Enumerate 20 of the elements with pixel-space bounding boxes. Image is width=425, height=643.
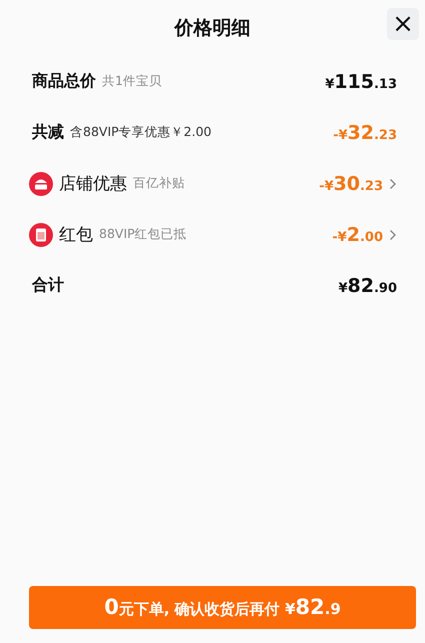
- row-label: 店铺优惠: [59, 173, 127, 195]
- price-amount: -¥2.00: [332, 224, 383, 246]
- row-note: 含88VIP专享优惠￥2.00: [70, 124, 212, 141]
- dialog-title: 价格明细: [174, 16, 250, 41]
- price-amount: ¥82.90: [338, 274, 397, 296]
- row-note: 百亿补贴: [133, 175, 185, 192]
- price-amount: -¥30.23: [319, 172, 383, 194]
- row-label: 合计: [32, 275, 64, 296]
- row-note: 共1件宝贝: [102, 73, 162, 90]
- row-note: 88VIP红包已抵: [99, 226, 187, 243]
- chevron-icon[interactable]: [389, 228, 397, 240]
- row-label: 商品总价: [32, 71, 96, 92]
- price-amount: ¥115.13: [325, 70, 397, 92]
- store-icon: [29, 172, 53, 196]
- chevron-icon[interactable]: [389, 178, 397, 190]
- row-label: 红包: [59, 224, 93, 246]
- price-amount: -¥32.23: [333, 122, 397, 144]
- row-label: 共减: [32, 122, 64, 143]
- envelope-icon: [29, 222, 53, 246]
- close-button[interactable]: ×: [387, 8, 419, 40]
